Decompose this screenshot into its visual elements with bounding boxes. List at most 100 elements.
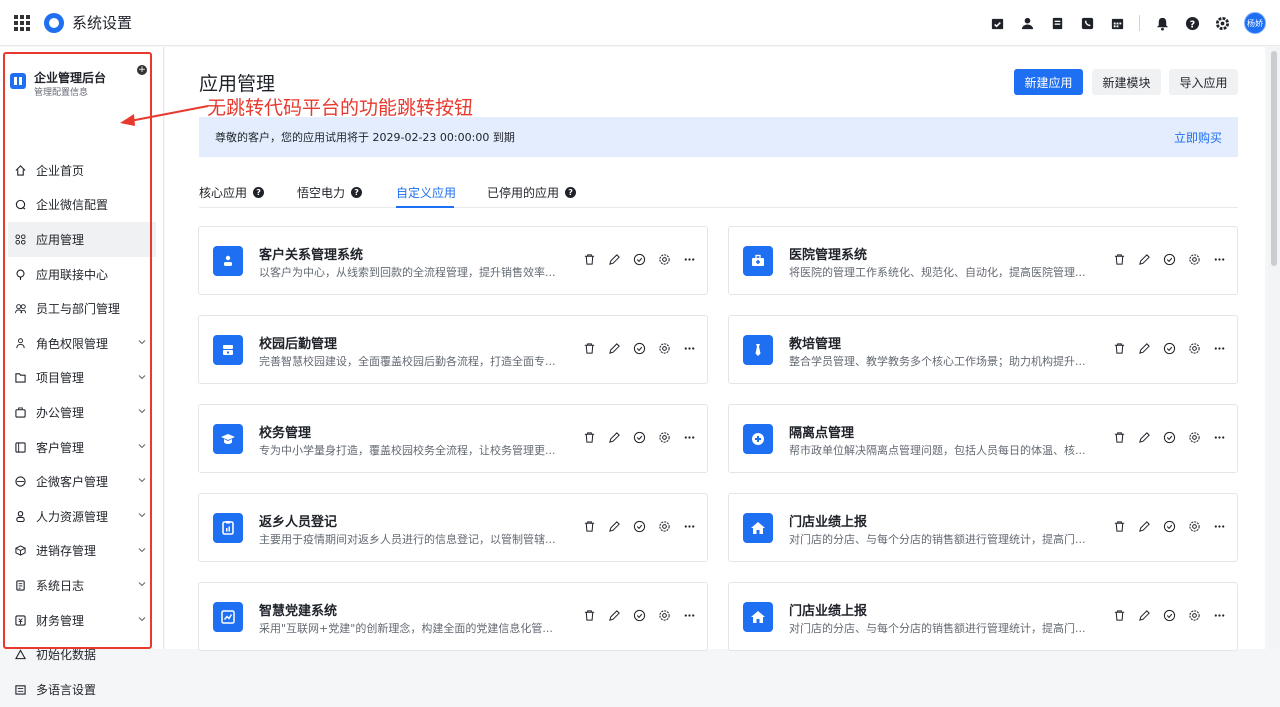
sidebar-item-language[interactable]: 多语言设置 xyxy=(8,672,156,707)
new-module-button[interactable]: 新建模块 xyxy=(1092,69,1161,95)
app-grid-icon[interactable] xyxy=(14,14,30,31)
tab-wukong-power[interactable]: 悟空电力? xyxy=(297,184,363,201)
trash-icon[interactable] xyxy=(582,341,597,356)
add-icon[interactable]: + xyxy=(137,65,147,75)
app-card[interactable]: 客户关系管理系统 以客户为中心，从线索到回款的全流程管理，提升销售效率... xyxy=(198,226,708,295)
chevron-down-icon[interactable] xyxy=(138,511,146,519)
more-icon[interactable] xyxy=(1212,252,1227,267)
import-app-button[interactable]: 导入应用 xyxy=(1169,69,1238,95)
sidebar-item-customer[interactable]: 客户管理 xyxy=(8,430,156,465)
sidebar-item-home[interactable]: 企业首页 xyxy=(8,153,156,188)
shield-icon[interactable] xyxy=(1162,430,1177,445)
sidebar-item-bulb[interactable]: 应用联接中心 xyxy=(8,257,156,292)
settings-icon[interactable] xyxy=(657,430,672,445)
shield-icon[interactable] xyxy=(632,430,647,445)
chevron-down-icon[interactable] xyxy=(138,338,146,346)
calendar-icon[interactable] xyxy=(1109,15,1125,31)
help-icon[interactable]: ? xyxy=(565,187,577,198)
app-card[interactable]: 门店业绩上报 对门店的分店、与每个分店的销售额进行管理统计，提高门... xyxy=(728,582,1238,651)
tab-core-apps[interactable]: 核心应用? xyxy=(199,184,265,201)
settings-icon[interactable] xyxy=(1187,608,1202,623)
app-card[interactable]: 隔离点管理 帮市政单位解决隔离点管理问题，包括人员每日的体温、核... xyxy=(728,404,1238,473)
trash-icon[interactable] xyxy=(1112,252,1127,267)
more-icon[interactable] xyxy=(1212,519,1227,534)
help-icon[interactable]: ? xyxy=(1184,15,1200,31)
app-card[interactable]: 智慧党建系统 采用"互联网+党建"的创新理念，构建全面的党建信息化管... xyxy=(198,582,708,651)
trash-icon[interactable] xyxy=(1112,430,1127,445)
buy-now-link[interactable]: 立即购买 xyxy=(1174,129,1222,146)
more-icon[interactable] xyxy=(682,430,697,445)
calendar-check-icon[interactable] xyxy=(989,15,1005,31)
edit-icon[interactable] xyxy=(1137,252,1152,267)
settings-icon[interactable] xyxy=(657,252,672,267)
shield-icon[interactable] xyxy=(1162,519,1177,534)
chevron-down-icon[interactable] xyxy=(138,580,146,588)
edit-icon[interactable] xyxy=(607,430,622,445)
app-card[interactable]: 校务管理 专为中小学量身打造，覆盖校园校务全流程，让校务管理更... xyxy=(198,404,708,473)
sidebar-item-users[interactable]: 员工与部门管理 xyxy=(8,291,156,326)
sidebar-item-wecom[interactable]: 企微客户管理 xyxy=(8,464,156,499)
sidebar-item-chat[interactable]: 企业微信配置 xyxy=(8,188,156,223)
more-icon[interactable] xyxy=(1212,608,1227,623)
more-icon[interactable] xyxy=(1212,341,1227,356)
edit-icon[interactable] xyxy=(1137,519,1152,534)
more-icon[interactable] xyxy=(682,341,697,356)
app-card[interactable]: 门店业绩上报 对门店的分店、与每个分店的销售额进行管理统计，提高门... xyxy=(728,493,1238,562)
settings-icon[interactable] xyxy=(1187,430,1202,445)
edit-icon[interactable] xyxy=(1137,608,1152,623)
edit-icon[interactable] xyxy=(607,341,622,356)
more-icon[interactable] xyxy=(682,608,697,623)
edit-icon[interactable] xyxy=(607,252,622,267)
sidebar-item-log[interactable]: 系统日志 xyxy=(8,568,156,603)
scrollbar[interactable] xyxy=(1268,47,1280,649)
trash-icon[interactable] xyxy=(582,430,597,445)
shield-icon[interactable] xyxy=(1162,608,1177,623)
avatar[interactable]: 杨娇 xyxy=(1244,12,1266,34)
settings-icon[interactable] xyxy=(1187,519,1202,534)
sidebar-item-triangle[interactable]: 初始化数据 xyxy=(8,637,156,672)
shield-icon[interactable] xyxy=(632,252,647,267)
edit-icon[interactable] xyxy=(1137,430,1152,445)
chevron-down-icon[interactable] xyxy=(138,476,146,484)
phone-icon[interactable] xyxy=(1079,15,1095,31)
help-icon[interactable]: ? xyxy=(351,187,363,198)
sidebar-item-folder[interactable]: 项目管理 xyxy=(8,361,156,396)
app-card[interactable]: 教培管理 整合学员管理、教学教务多个核心工作场景；助力机构提升... xyxy=(728,315,1238,384)
help-icon[interactable]: ? xyxy=(253,187,265,198)
more-icon[interactable] xyxy=(1212,430,1227,445)
trash-icon[interactable] xyxy=(1112,608,1127,623)
sidebar-item-office[interactable]: 办公管理 xyxy=(8,395,156,430)
scrollbar-thumb[interactable] xyxy=(1271,51,1277,266)
chevron-down-icon[interactable] xyxy=(138,373,146,381)
shield-icon[interactable] xyxy=(632,519,647,534)
shield-icon[interactable] xyxy=(1162,341,1177,356)
trash-icon[interactable] xyxy=(582,519,597,534)
sidebar-item-person[interactable]: 人力资源管理 xyxy=(8,499,156,534)
shield-icon[interactable] xyxy=(632,341,647,356)
trash-icon[interactable] xyxy=(1112,519,1127,534)
settings-icon[interactable] xyxy=(1187,252,1202,267)
settings-icon[interactable] xyxy=(657,519,672,534)
chevron-down-icon[interactable] xyxy=(138,442,146,450)
user-icon[interactable] xyxy=(1019,15,1035,31)
sidebar-item-role[interactable]: 角色权限管理 xyxy=(8,326,156,361)
trash-icon[interactable] xyxy=(582,252,597,267)
document-icon[interactable] xyxy=(1049,15,1065,31)
chevron-down-icon[interactable] xyxy=(138,615,146,623)
shield-icon[interactable] xyxy=(632,608,647,623)
app-card[interactable]: 返乡人员登记 主要用于疫情期间对返乡人员进行的信息登记，以管制管辖... xyxy=(198,493,708,562)
settings-icon[interactable] xyxy=(1187,341,1202,356)
settings-icon[interactable] xyxy=(657,341,672,356)
edit-icon[interactable] xyxy=(607,608,622,623)
shield-icon[interactable] xyxy=(1162,252,1177,267)
tab-disabled-apps[interactable]: 已停用的应用? xyxy=(487,184,577,201)
sidebar-item-box[interactable]: 进销存管理 xyxy=(8,534,156,569)
trash-icon[interactable] xyxy=(1112,341,1127,356)
sidebar-item-apps[interactable]: 应用管理 xyxy=(8,222,156,257)
trash-icon[interactable] xyxy=(582,608,597,623)
edit-icon[interactable] xyxy=(607,519,622,534)
chevron-down-icon[interactable] xyxy=(138,407,146,415)
bell-icon[interactable] xyxy=(1154,15,1170,31)
edit-icon[interactable] xyxy=(1137,341,1152,356)
more-icon[interactable] xyxy=(682,252,697,267)
